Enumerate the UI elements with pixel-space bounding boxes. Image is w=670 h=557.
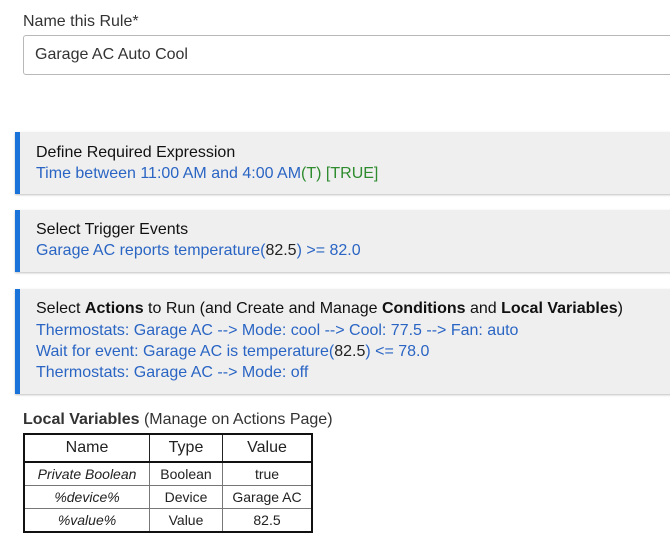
action-line-2: Wait for event: Garage AC is temperature… [36, 341, 670, 362]
column-header-type: Type [149, 433, 223, 463]
action-line-3: Thermostats: Garage AC --> Mode: off [36, 364, 309, 381]
table-row: Private Boolean Boolean true [23, 461, 313, 486]
variable-name-cell: %device% [23, 485, 150, 509]
trigger-event-line: Garage AC reports temperature(82.5) >= 8… [36, 240, 670, 261]
actions-title-end: ) [617, 300, 623, 317]
required-expression-text: Time between 11:00 AM and 4:00 AM(T) [TR… [36, 163, 670, 184]
local-variables-table: Name Type Value Private Boolean Boolean … [23, 433, 313, 533]
variable-value-cell: 82.5 [222, 508, 313, 533]
variable-type-cell: Value [149, 508, 223, 533]
required-expression-title: Define Required Expression [36, 144, 236, 161]
table-row: %device% Device Garage AC [23, 485, 313, 509]
rule-name-input[interactable] [23, 35, 670, 75]
column-header-value: Value [222, 433, 313, 463]
trigger-event-prefix: Garage AC reports temperature( [36, 242, 266, 259]
variable-value-cell: Garage AC [222, 485, 313, 509]
actions-title-mid2: and [465, 300, 502, 317]
rule-name-label: Name this Rule* [23, 13, 139, 30]
action-line-2-suffix: ) <= 78.0 [365, 343, 430, 360]
actions-title-actions: Actions [84, 300, 144, 317]
trigger-event-suffix: ) >= 82.0 [296, 242, 361, 259]
variable-type-cell: Device [149, 485, 223, 509]
required-expression-state: (T) [TRUE] [301, 165, 379, 182]
variable-name-cell: %value% [23, 508, 150, 533]
action-line-2-prefix: Wait for event: Garage AC is temperature… [36, 343, 335, 360]
actions-title-conditions: Conditions [381, 300, 466, 317]
actions-title: Select Actions to Run (and Create and Ma… [36, 299, 670, 319]
variable-value-cell: true [222, 461, 313, 486]
actions-title-pre: Select [36, 300, 85, 317]
trigger-events-panel[interactable]: Select Trigger Events Garage AC reports … [15, 210, 670, 272]
variable-type-cell: Boolean [149, 461, 223, 486]
actions-title-local-variables: Local Variables [501, 300, 618, 317]
required-expression-condition: Time between 11:00 AM and 4:00 AM [36, 165, 302, 182]
column-header-name: Name [23, 433, 150, 463]
variable-name-cell: Private Boolean [23, 461, 150, 486]
local-variables-subtitle: (Manage on Actions Page) [139, 411, 333, 428]
action-line-2-value: 82.5 [334, 343, 366, 360]
actions-title-mid1: to Run (and Create and Manage [143, 300, 382, 317]
table-row: %value% Value 82.5 [23, 508, 313, 533]
action-line-1: Thermostats: Garage AC --> Mode: cool --… [36, 322, 519, 339]
trigger-event-value: 82.5 [265, 242, 297, 259]
local-variables-title: Local Variables [23, 411, 140, 428]
actions-panel[interactable]: Select Actions to Run (and Create and Ma… [15, 289, 670, 394]
trigger-events-title: Select Trigger Events [36, 221, 189, 238]
table-header-row: Name Type Value [23, 433, 313, 463]
required-expression-panel[interactable]: Define Required Expression Time between … [15, 132, 670, 194]
local-variables-heading: Local Variables (Manage on Actions Page) [23, 411, 333, 429]
